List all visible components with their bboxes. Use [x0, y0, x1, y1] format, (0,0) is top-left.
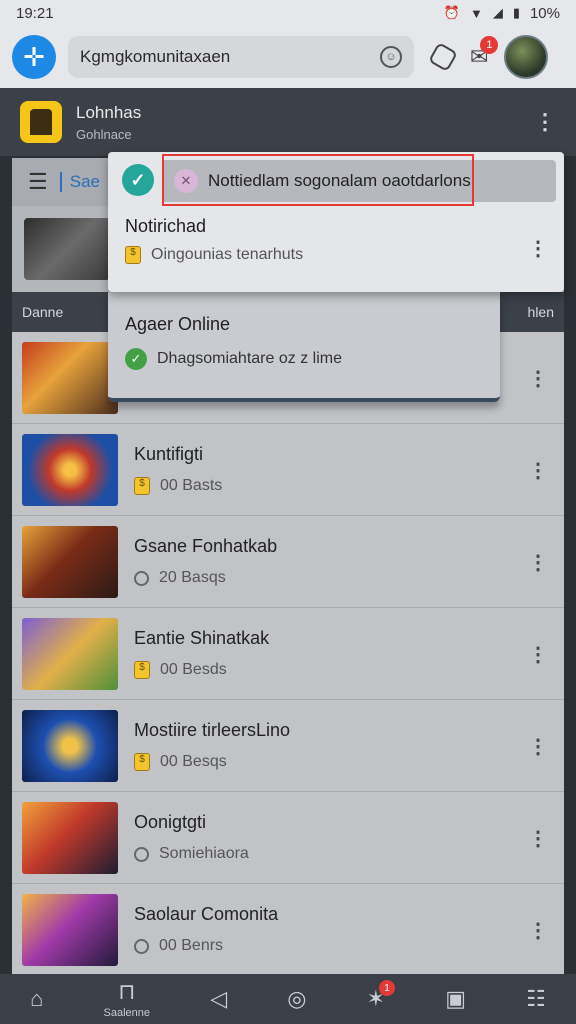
more-options-icon[interactable]: ⋮ — [528, 734, 548, 759]
game-meta: 00 Benrs — [159, 937, 224, 954]
coin-icon: $ — [134, 753, 150, 771]
game-thumbnail — [22, 433, 118, 506]
nav-back[interactable]: ◁ — [210, 986, 227, 1012]
back-icon: ◁ — [210, 986, 228, 1011]
nav-activity[interactable]: ✶ 1 — [367, 980, 396, 1012]
list-item[interactable]: Saolaur Comonita 00 Benrs ⋮ — [12, 884, 564, 976]
wifi-icon: ▼ — [469, 5, 483, 21]
gamepad-icon: ⊓ — [118, 979, 136, 1004]
battery-icon: ▮ — [512, 5, 520, 20]
notification-badge: 1 — [480, 36, 499, 54]
list-item[interactable]: Gsane Fonhatkab 20 Basqs ⋮ — [12, 516, 564, 608]
more-options-icon[interactable]: ⋮ — [528, 550, 548, 575]
check-icon[interactable]: ✓ — [122, 164, 154, 196]
game-rows: ⋮ Kuntifigti $00 Basts ⋮ Gsane Fonhatkab… — [12, 332, 564, 976]
search-box[interactable]: ☺ — [68, 36, 414, 78]
tab-active[interactable]: Sae — [59, 172, 100, 192]
list-item[interactable]: Oonigtgti Somiehiaora ⋮ — [12, 792, 564, 884]
game-meta: Somiehiaora — [159, 845, 249, 862]
notification-dropdown: Agaer Online ✓ Dhagsomiahtare oz z lime ✓… — [108, 152, 564, 402]
clock-icon — [134, 846, 149, 862]
sliders-icon: ☷ — [526, 986, 546, 1011]
dropdown-item-online[interactable]: Agaer Online ✓ Dhagsomiahtare oz z lime — [108, 292, 500, 402]
clock-icon — [134, 570, 149, 586]
nav-games[interactable]: ▣ — [445, 986, 466, 1012]
home-icon: ⌂ — [30, 986, 44, 1011]
bottom-navigation: ⌂ ⊓ Saalenne ◁ ◎ ✶ 1 ▣ ☷ — [0, 974, 576, 1024]
game-thumbnail — [22, 341, 118, 414]
status-bar: 19:21 ⏰ ▼ ◢ ▮ 10% — [0, 0, 576, 26]
dropdown-panel: ✓ ✕ Nottiedlam sogonalam oaotdarlons Not… — [108, 152, 564, 292]
game-thumbnail — [22, 617, 118, 690]
section-label-left: Danne — [22, 304, 64, 320]
group-icon[interactable] — [20, 101, 62, 143]
nav-explore[interactable]: ◎ — [287, 986, 306, 1012]
list-item[interactable]: Kuntifigti $00 Basts ⋮ — [12, 424, 564, 516]
nav-sauvenne[interactable]: ⊓ Saalenne — [104, 979, 151, 1019]
more-options-icon[interactable]: ⋮ — [528, 642, 548, 667]
featured-thumbnail — [24, 218, 110, 280]
more-options-icon[interactable]: ⋮ — [528, 458, 548, 483]
puzzle-icon: ▣ — [445, 986, 467, 1011]
more-options-icon[interactable]: ⋮ — [528, 826, 548, 851]
nav-settings[interactable]: ☷ — [526, 986, 546, 1012]
battery-level: 10% — [529, 4, 560, 22]
signal-icon: ◢ — [492, 5, 503, 20]
nav-badge: 1 — [379, 980, 396, 996]
dropdown-item-subtitle: Dhagsomiahtare oz z lime — [157, 350, 342, 367]
list-item[interactable]: Eantie Shinatkak $00 Besds ⋮ — [12, 608, 564, 700]
game-thumbnail — [22, 525, 118, 598]
shield-icon[interactable] — [427, 41, 459, 73]
nav-home[interactable]: ⌂ — [30, 986, 43, 1012]
menu-icon[interactable]: ☰ — [28, 169, 48, 195]
coin-icon: $ — [134, 477, 150, 495]
group-title: Lohnhas — [76, 102, 142, 122]
game-meta: 00 Besqs — [160, 753, 227, 770]
group-header: Lohnhas Gohlnace ⋮ — [0, 88, 576, 156]
more-options-icon[interactable]: ⋮ — [534, 109, 556, 135]
coin-icon: $ — [125, 246, 141, 264]
app-logo-icon[interactable]: ✛ — [12, 35, 56, 79]
game-title: Saolaur Comonita — [134, 904, 279, 924]
game-title: Oonigtgti — [134, 812, 207, 832]
more-options-icon[interactable]: ⋮ — [528, 236, 548, 261]
search-input[interactable] — [80, 47, 380, 67]
dropdown-item-title: Notirichad — [125, 216, 207, 236]
notifications-icon[interactable]: ✉ 1 — [470, 36, 499, 70]
game-title: Gsane Fonhatkab — [134, 536, 278, 556]
game-title: Mostiire tirleersLino — [134, 720, 291, 740]
avatar[interactable] — [504, 35, 549, 79]
game-meta: 20 Basqs — [159, 569, 226, 586]
list-item[interactable]: Mostiire tirleersLino $00 Besqs ⋮ — [12, 700, 564, 792]
coin-icon: $ — [134, 661, 150, 679]
group-subtitle: Gohlnace — [76, 126, 132, 142]
game-title: Eantie Shinatkak — [134, 628, 270, 648]
top-app-bar: ✛ ☺ ✉ 1 — [0, 26, 576, 88]
game-thumbnail — [22, 801, 118, 874]
alarm-icon: ⏰ — [443, 5, 460, 20]
game-thumbnail — [22, 893, 118, 966]
emoji-icon[interactable]: ☺ — [380, 46, 402, 68]
game-title: Kuntifigti — [134, 444, 204, 464]
game-meta: 00 Basts — [160, 477, 223, 494]
more-options-icon[interactable]: ⋮ — [528, 918, 548, 943]
check-icon: ✓ — [125, 348, 147, 370]
dropdown-item-title: Agaer Online — [125, 314, 231, 334]
nav-label: Saalenne — [103, 1007, 151, 1019]
game-meta: 00 Besds — [160, 661, 227, 678]
clock-icon — [134, 938, 149, 954]
status-time: 19:21 — [16, 4, 54, 22]
game-thumbnail — [22, 709, 118, 782]
compass-icon: ◎ — [287, 986, 307, 1011]
highlight-box — [162, 154, 474, 206]
dropdown-item-subtitle: Oingounias tenarhuts — [151, 246, 304, 263]
